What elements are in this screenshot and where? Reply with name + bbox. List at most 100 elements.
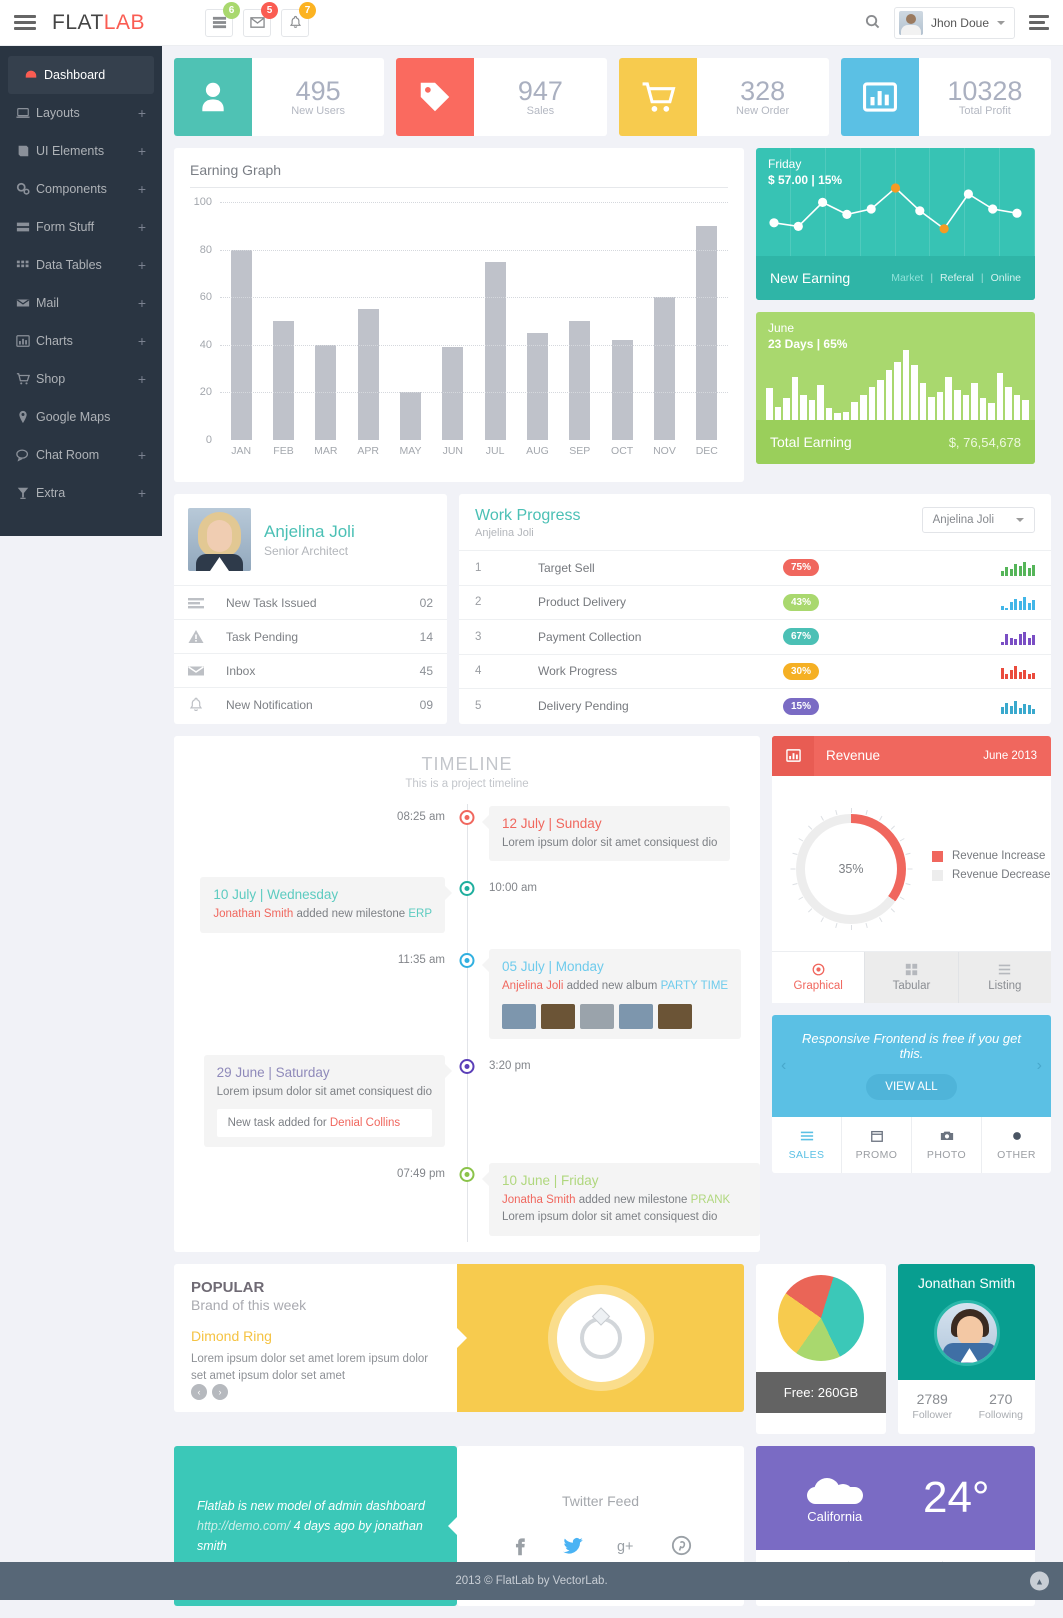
envelope-icon bbox=[16, 296, 36, 310]
tag-icon bbox=[396, 58, 475, 136]
row-percent: 30% bbox=[783, 662, 998, 680]
mini-bar bbox=[979, 398, 987, 420]
revenue-tab-listing[interactable]: Listing bbox=[957, 951, 1051, 1003]
promo-slider: ‹ › Responsive Frontend is free if you g… bbox=[772, 1014, 1051, 1117]
expand-icon[interactable]: + bbox=[138, 258, 146, 272]
promo-prev-button[interactable]: ‹ bbox=[781, 1057, 786, 1075]
stat-card-sales[interactable]: 947 Sales bbox=[396, 58, 607, 136]
sidebar-item-label: Shop bbox=[36, 372, 66, 386]
sidebar-item-ui-elements[interactable]: UI Elements + bbox=[0, 132, 162, 170]
expand-icon[interactable]: + bbox=[138, 182, 146, 196]
bar-cell[interactable] bbox=[220, 202, 262, 440]
new-earning-tab-referal[interactable]: Referal bbox=[940, 272, 974, 284]
bar-cell[interactable] bbox=[432, 202, 474, 440]
stat-card-new-users[interactable]: 495 New Users bbox=[174, 58, 385, 136]
profile-row-task-pending[interactable]: Task Pending 14 bbox=[174, 619, 447, 653]
promo-tab-promo[interactable]: PROMO bbox=[841, 1116, 911, 1173]
mini-bar bbox=[996, 373, 1004, 420]
work-progress-user-select[interactable]: Anjelina Joli bbox=[921, 507, 1035, 533]
stat-label: New Order bbox=[736, 105, 790, 118]
timeline-text: Anjelina Joli added new album PARTY TIME bbox=[502, 979, 729, 992]
sidebar-item-mail[interactable]: Mail + bbox=[0, 284, 162, 322]
google-plus-icon[interactable]: g+ bbox=[617, 1535, 638, 1559]
chevron-down-icon bbox=[997, 20, 1005, 25]
tweet-url[interactable]: http://demo.com/ bbox=[197, 1519, 290, 1533]
sidebar-item-components[interactable]: Components + bbox=[0, 170, 162, 208]
pinterest-icon[interactable] bbox=[671, 1535, 692, 1559]
expand-icon[interactable]: + bbox=[138, 106, 146, 120]
view-all-button[interactable]: VIEW ALL bbox=[866, 1074, 957, 1100]
mini-bar bbox=[825, 408, 833, 420]
stat-card-new-order[interactable]: 328 New Order bbox=[618, 58, 829, 136]
weather-city: California bbox=[807, 1508, 863, 1524]
revenue-tab-graphical[interactable]: Graphical bbox=[772, 951, 865, 1003]
bar-cell[interactable] bbox=[643, 202, 685, 440]
facebook-icon[interactable] bbox=[509, 1535, 530, 1559]
timeline-dot bbox=[459, 952, 475, 968]
sidebar-item-data-tables[interactable]: Data Tables + bbox=[0, 246, 162, 284]
search-button[interactable] bbox=[865, 14, 880, 32]
sidebar-item-extra[interactable]: Extra + bbox=[0, 474, 162, 512]
brand-logo[interactable]: FLATLAB bbox=[52, 11, 145, 35]
table-row[interactable]: 5 Delivery Pending 15% bbox=[459, 689, 1051, 724]
sidebar-toggle-button[interactable] bbox=[14, 15, 36, 30]
profile-row-notification[interactable]: New Notification 09 bbox=[174, 687, 447, 721]
profile-row-new-task[interactable]: New Task Issued 02 bbox=[174, 585, 447, 619]
book-icon bbox=[16, 144, 36, 158]
table-row[interactable]: 1 Target Sell 75% bbox=[459, 551, 1051, 586]
timeline-dot bbox=[459, 1167, 475, 1183]
bar-cell[interactable] bbox=[686, 202, 728, 440]
table-row[interactable]: 3 Payment Collection 67% bbox=[459, 620, 1051, 655]
expand-icon[interactable]: + bbox=[138, 220, 146, 234]
expand-icon[interactable]: + bbox=[138, 448, 146, 462]
promo-tab-sales[interactable]: SALES bbox=[772, 1117, 841, 1173]
bar-cell[interactable] bbox=[601, 202, 643, 440]
bar-cell[interactable] bbox=[389, 202, 431, 440]
promo-next-button[interactable]: › bbox=[1037, 1057, 1042, 1075]
popular-next-button[interactable]: › bbox=[212, 1383, 228, 1400]
right-sidebar-toggle-button[interactable] bbox=[1029, 15, 1049, 30]
sidebar-item-dashboard[interactable]: Dashboard bbox=[8, 56, 154, 94]
tab-label: PROMO bbox=[855, 1148, 898, 1161]
timeline-card: 12 July | Sunday Lorem ipsum dolor sit am… bbox=[481, 805, 731, 862]
revenue-tab-tabular[interactable]: Tabular bbox=[864, 951, 958, 1003]
stat-card-total-profit[interactable]: 10328 Total Profit bbox=[840, 58, 1051, 136]
revenue-title: Revenue bbox=[826, 748, 881, 763]
sidebar-item-form-stuff[interactable]: Form Stuff + bbox=[0, 208, 162, 246]
expand-icon[interactable]: + bbox=[138, 296, 146, 310]
timeline-thumbnails[interactable] bbox=[502, 1003, 728, 1029]
bar-cell[interactable] bbox=[474, 202, 516, 440]
sidebar-item-shop[interactable]: Shop + bbox=[0, 360, 162, 398]
bar-cell[interactable] bbox=[262, 202, 304, 440]
sidebar-item-google-maps[interactable]: Google Maps bbox=[0, 398, 162, 436]
new-earning-tab-online[interactable]: Online bbox=[991, 272, 1021, 284]
bar-cell[interactable] bbox=[347, 202, 389, 440]
twitter-icon[interactable] bbox=[563, 1535, 584, 1559]
expand-icon[interactable]: + bbox=[138, 334, 146, 348]
promo-tab-photo[interactable]: PHOTO bbox=[911, 1116, 981, 1173]
expand-icon[interactable]: + bbox=[138, 372, 146, 386]
tasks-notification-button[interactable]: 6 bbox=[205, 1, 240, 37]
popular-prev-button[interactable]: ‹ bbox=[191, 1383, 207, 1400]
table-row[interactable]: 4 Work Progress 30% bbox=[459, 655, 1051, 689]
bar-cell[interactable] bbox=[559, 202, 601, 440]
bar-cell[interactable] bbox=[305, 202, 347, 440]
sidebar-item-charts[interactable]: Charts + bbox=[0, 322, 162, 360]
chart-y-axis: 0 20 40 60 80 100 bbox=[190, 196, 216, 446]
user-menu-button[interactable]: Jhon Doue bbox=[893, 6, 1015, 39]
alerts-notification-button[interactable]: 7 bbox=[281, 1, 316, 37]
expand-icon[interactable]: + bbox=[138, 144, 146, 158]
chevron-up-icon[interactable]: ▲ bbox=[1030, 1571, 1049, 1591]
sidebar-item-layouts[interactable]: Layouts + bbox=[0, 94, 162, 132]
new-earning-tab-market[interactable]: Market bbox=[891, 272, 923, 284]
row-index: 1 bbox=[475, 561, 482, 574]
table-row[interactable]: 2 Product Delivery 43% bbox=[459, 586, 1051, 620]
expand-icon[interactable]: + bbox=[138, 486, 146, 500]
promo-tab-other[interactable]: OTHER bbox=[981, 1116, 1051, 1173]
timeline-title: TIMELINE bbox=[421, 753, 513, 774]
mini-bar bbox=[962, 395, 970, 420]
mail-notification-button[interactable]: 5 bbox=[243, 1, 278, 37]
sidebar-item-chat-room[interactable]: Chat Room + bbox=[0, 436, 162, 474]
profile-row-inbox[interactable]: Inbox 45 bbox=[174, 653, 447, 687]
bar-cell[interactable] bbox=[516, 202, 558, 440]
